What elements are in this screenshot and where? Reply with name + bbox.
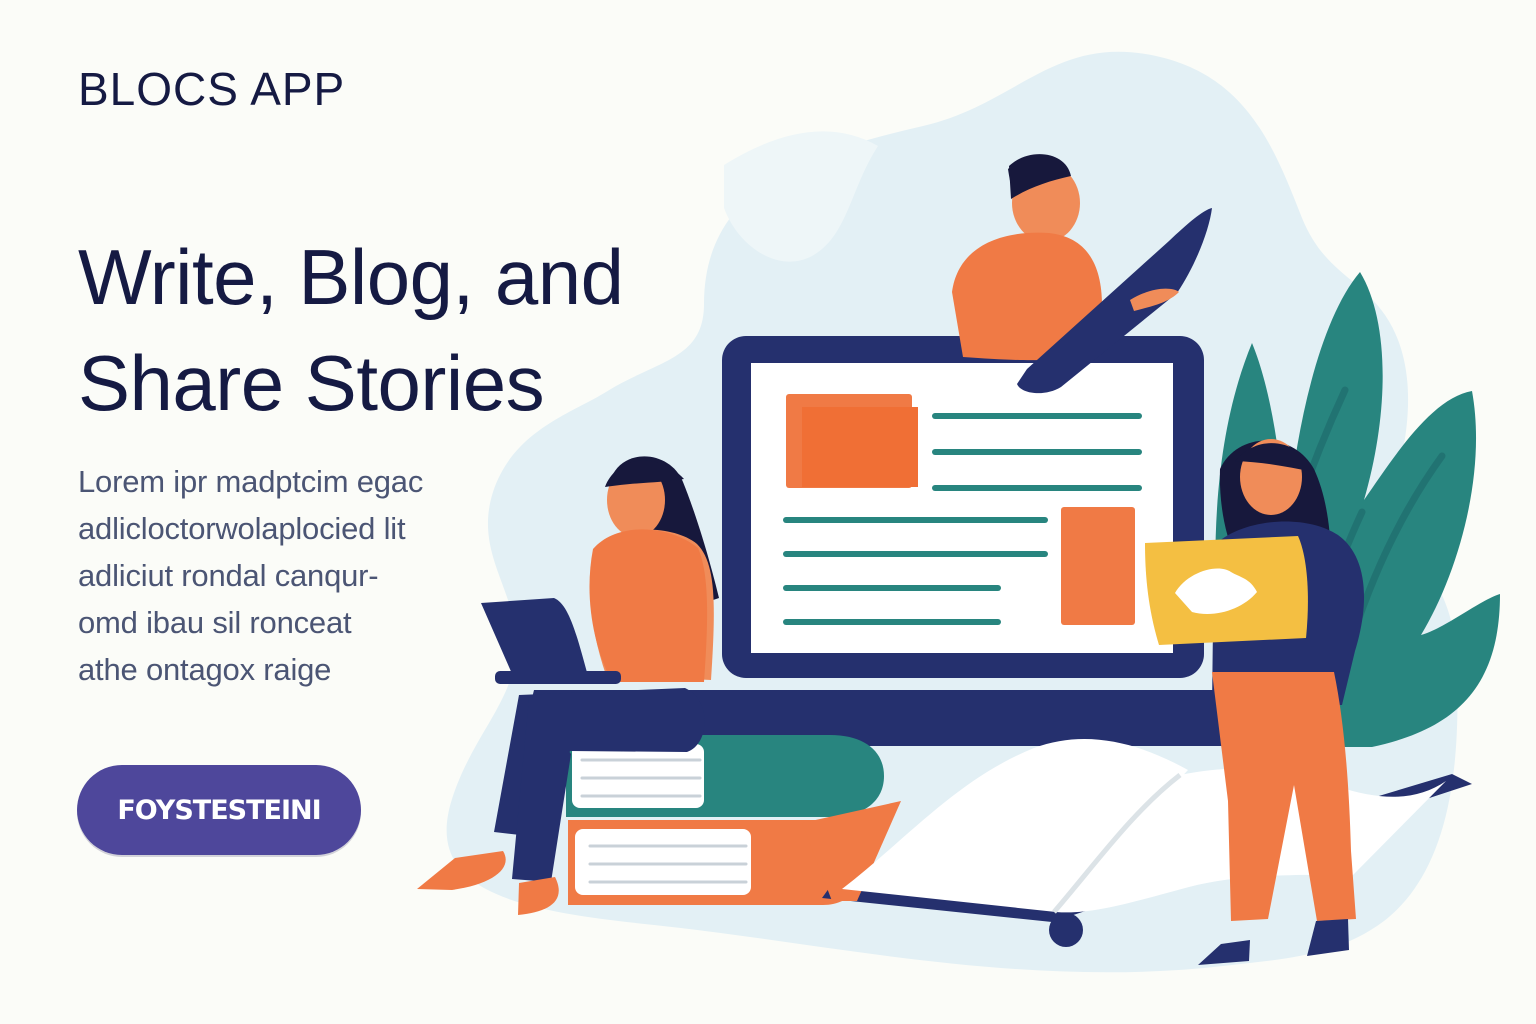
blogging-illustration: .navy { fill: #25306e; } .orange { fill:… xyxy=(417,51,1500,973)
landing-page: BLOCS APP Write, Blog, and Share Stories… xyxy=(0,0,1536,1024)
